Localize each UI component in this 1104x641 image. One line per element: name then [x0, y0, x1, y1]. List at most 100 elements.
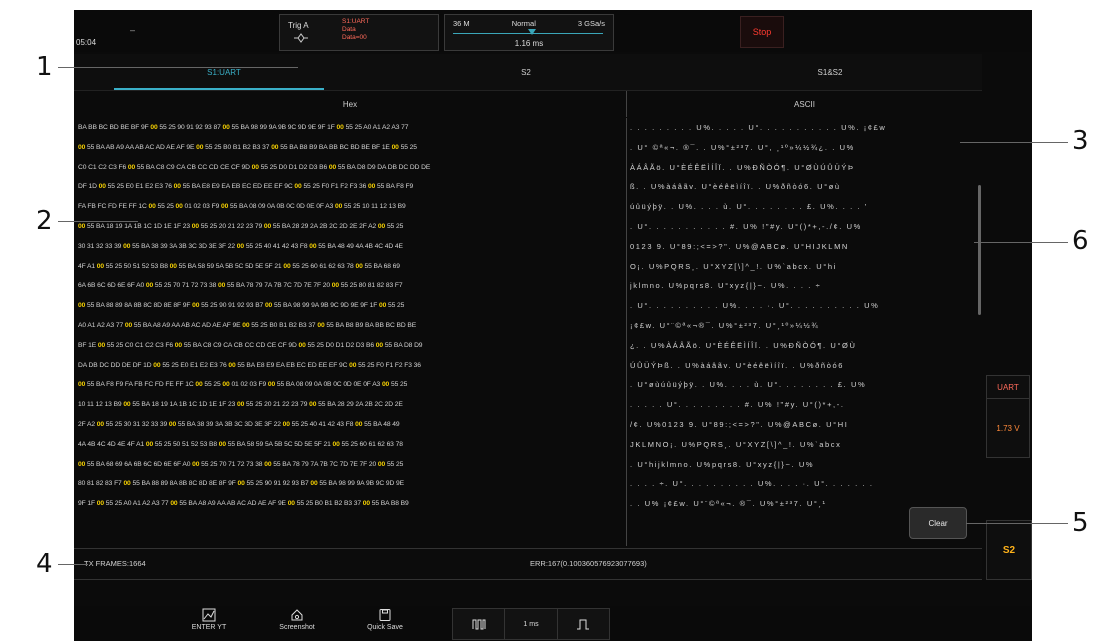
clock: 05:04 — [76, 38, 97, 47]
trigger-panel[interactable]: Trig A S1:UART Data Data=00 — [279, 14, 439, 51]
hex-row: 4F A1 00 55 25 50 51 52 53 B8 00 55 BA 5… — [78, 262, 400, 270]
tx-frames-count: TX FRAMES:1664 — [84, 559, 146, 568]
stop-button[interactable]: Stop — [740, 16, 784, 48]
hex-row: 00 55 BA F8 F9 FA FB FC FD FE FF 1C 00 5… — [78, 381, 408, 389]
hex-row: A0 A1 A2 A3 77 00 55 BA A8 A9 AA AB AC A… — [78, 321, 417, 329]
hex-row: 00 55 BA 18 19 1A 1B 1C 1D 1E 1F 23 00 5… — [78, 222, 404, 230]
ascii-row: . U° ©ª«¬­. ®¯. . U%°±²³7. U°, ¸¹º»¼½¾¿.… — [630, 142, 855, 152]
tab-s2[interactable]: S2 — [374, 54, 678, 90]
quick-save-label: Quick Save — [367, 624, 403, 631]
ascii-row: ¡¢£w. U°¨©ª«¬­®¯. U%°±²³7. U°¸¹º»¼½¾ — [630, 320, 820, 330]
ascii-row: 0123 9. U°89:;<=>?". U%@ABCø. U°HIJKLMN — [630, 241, 849, 251]
annotation-6-line — [974, 242, 1068, 243]
tab-s1-uart[interactable]: S1:UART — [74, 54, 374, 90]
annotation-4: 4 — [36, 549, 53, 579]
trigger-label: Trig A — [288, 21, 309, 30]
hex-row: 00 55 BA 68 69 6A 6B 6C 6D 6E 6F A0 00 5… — [78, 460, 404, 468]
bottom-toolbar: ENTER YT Screenshot Quick Save 1 ms — [74, 606, 1032, 641]
pulse-train-button[interactable] — [453, 609, 506, 639]
annotation-1-line — [58, 67, 298, 68]
tab-s1-s2[interactable]: S1&S2 — [678, 54, 982, 90]
hex-column-header: Hex — [74, 91, 627, 117]
acquire-mode: Normal — [511, 19, 536, 28]
annotation-2-line — [58, 221, 138, 222]
ascii-row: . . . . ÷. U°. . . . . . . . . . U%. . .… — [630, 479, 874, 489]
pulse-train-icon — [472, 619, 486, 630]
hex-row: 30 31 32 33 39 00 55 BA 38 39 3A 3B 3C 3… — [78, 242, 403, 250]
trigger-type: Data — [342, 26, 356, 33]
ascii-row: . . . . . . . . . U%. . . . . U°. . . . … — [630, 123, 887, 132]
clear-button[interactable]: Clear — [909, 507, 967, 539]
ascii-row: jklmno. U%pqrs8. U°xyz{|}~. U%. . . . ÷ — [630, 281, 822, 291]
ascii-row: ÀÁÂÃö. U°ÈÉÊËÌÍÎÏ. . U%ÐÑÒÓ¶. U°ØÙÚÛÜÝÞ — [630, 162, 855, 172]
trigger-position-marker — [528, 29, 536, 35]
status-bar: TX FRAMES:1664 ERR:167(0.100360576923077… — [74, 548, 982, 580]
acquisition-panel[interactable]: 36 M Normal 3 GSa/s 1.16 ms — [444, 14, 614, 51]
s2-channel-button[interactable]: S2 — [986, 520, 1032, 580]
enter-yt-icon — [202, 608, 216, 622]
ascii-row: O¡. U%PQRS¸. U°XYZ[\]^_!. U%`abcx. U°hi — [630, 261, 837, 271]
sample-rate: 3 GSa/s — [577, 19, 605, 28]
hex-row: 9F 1F 00 55 25 A0 A1 A2 A3 77 00 55 BA A… — [78, 500, 409, 508]
ascii-data-list[interactable]: . . . . . . . . . U%. . . . . U°. . . . … — [630, 118, 980, 546]
quick-save-button[interactable]: Quick Save — [350, 608, 420, 640]
save-icon — [379, 609, 391, 621]
hex-row: FA FB FC FD FE FF 1C 00 55 25 00 01 02 0… — [78, 203, 406, 211]
ascii-row: úûüýþÿ. . U%. . . . ù. U°. . . . . . . .… — [630, 202, 868, 212]
ascii-row: . U°. . . . . . . . . . U%. . . . ·. U°.… — [630, 301, 880, 311]
ascii-row: ß. . U%àáâãv. U°èéêëìíîï. . U%ðñòó6. U°ø… — [630, 182, 841, 192]
trigger-condition: Data=00 — [342, 34, 367, 41]
active-tab-indicator — [114, 88, 324, 90]
ascii-row: /¢. U%0123 9. U°89:;<=>?". U%@ABCø. U°HI — [630, 419, 849, 429]
hex-row: DA DB DC DD DE DF 1D 00 55 25 E0 E1 E2 E… — [78, 361, 421, 369]
annotation-1: 1 — [36, 52, 53, 82]
enter-yt-button[interactable]: ENTER YT — [174, 608, 244, 640]
screenshot-icon — [291, 609, 303, 621]
annotation-3: 3 — [1072, 126, 1089, 156]
hex-row: 80 81 82 83 F7 00 55 BA 88 89 8A 8B 8C 8… — [78, 480, 404, 488]
time-scale-value[interactable]: 1 ms — [505, 609, 558, 639]
top-bar: – 05:04 Trig A S1:UART Data Data=00 36 M… — [74, 10, 1032, 52]
ascii-row: . U°øùúûüýþÿ. . U%. . . . ù. U°. . . . .… — [630, 380, 867, 390]
ascii-row: . U°. . . . . . . . . . . #. U% !"#y. U°… — [630, 221, 862, 231]
timebase-controls: 1 ms — [452, 608, 610, 640]
annotation-2: 2 — [36, 206, 53, 236]
hex-row: 4A 4B 4C 4D 4E 4F A1 00 55 25 50 51 52 5… — [78, 440, 403, 448]
trigger-source: S1:UART — [342, 18, 370, 25]
screenshot-label: Screenshot — [279, 624, 315, 631]
decode-tabs: S1:UART S2 S1&S2 — [74, 54, 982, 91]
uart-protocol-badge[interactable]: UART — [986, 375, 1030, 399]
single-pulse-button[interactable] — [558, 609, 609, 639]
ascii-row: . U°hijklmno. U%pqrs8. U°xyz{|}~. U% — [630, 459, 815, 469]
hex-row: DF 1D 00 55 25 E0 E1 E2 E3 76 00 55 BA E… — [78, 183, 414, 191]
annotation-6: 6 — [1072, 226, 1089, 256]
hex-row: BA BB BC BD BE BF 9F 00 55 25 90 91 92 9… — [78, 124, 409, 131]
ascii-row: . . . . . U°. . . . . . . . . #. U% !"#y… — [630, 400, 845, 410]
hex-row: 6A 6B 6C 6D 6E 6F A0 00 55 25 70 71 72 7… — [78, 282, 403, 290]
hex-row: 00 55 BA 88 89 8A 8B 8C 8D 8E 8F 9F 00 5… — [78, 302, 405, 310]
hex-row: 00 55 BA AB A9 AA AB AC AD AE AF 9E 00 5… — [78, 143, 417, 151]
scope-screen: – 05:04 Trig A S1:UART Data Data=00 36 M… — [74, 10, 1032, 641]
ascii-column-header: ASCII — [794, 99, 815, 109]
annotation-4-line — [58, 564, 88, 565]
enter-yt-label: ENTER YT — [191, 624, 227, 631]
memory-depth: 36 M — [453, 19, 470, 28]
ascii-row: JKLMNO¡. U%PQRS¸. U°XYZ[\]^_!. U%`abcx — [630, 439, 842, 449]
annotation-5-line — [966, 523, 1068, 524]
annotation-3-line — [960, 142, 1068, 143]
hex-row: 10 11 12 13 B9 00 55 BA 18 19 1A 1B 1C 1… — [78, 401, 403, 409]
hex-row: C0 C1 C2 C3 F6 00 55 BA C8 C9 CA CB CC C… — [78, 163, 431, 171]
threshold-voltage[interactable]: 1.73 V — [986, 398, 1030, 458]
error-count: ERR:167(0.100360576923077693) — [530, 559, 647, 568]
scrollbar[interactable] — [978, 185, 981, 315]
screenshot-button[interactable]: Screenshot — [262, 608, 332, 640]
hex-row: 2F A2 00 55 25 30 31 32 33 39 00 55 BA 3… — [78, 420, 400, 428]
hex-row: BF 1E 00 55 25 C0 C1 C2 C3 F6 00 55 BA C… — [78, 341, 423, 349]
ascii-row: ÚÛÜÝÞß. . U%àáâãv. U°èéêëìíîï. . U%ðñòó6 — [630, 360, 845, 370]
ascii-row: ¿. . U%ÀÁÂÃö. U°ÈÉÊËÌÍÎÏ. . U%ÐÑÒÓ¶. U°Ø… — [630, 340, 857, 350]
top-left-indicator: – — [130, 25, 136, 35]
timebase-readout: 1.16 ms — [514, 39, 544, 48]
single-pulse-icon — [577, 619, 590, 630]
hex-data-list[interactable]: BA BB BC BD BE BF 9F 00 55 25 90 91 92 9… — [78, 118, 627, 546]
annotation-5: 5 — [1072, 508, 1089, 538]
